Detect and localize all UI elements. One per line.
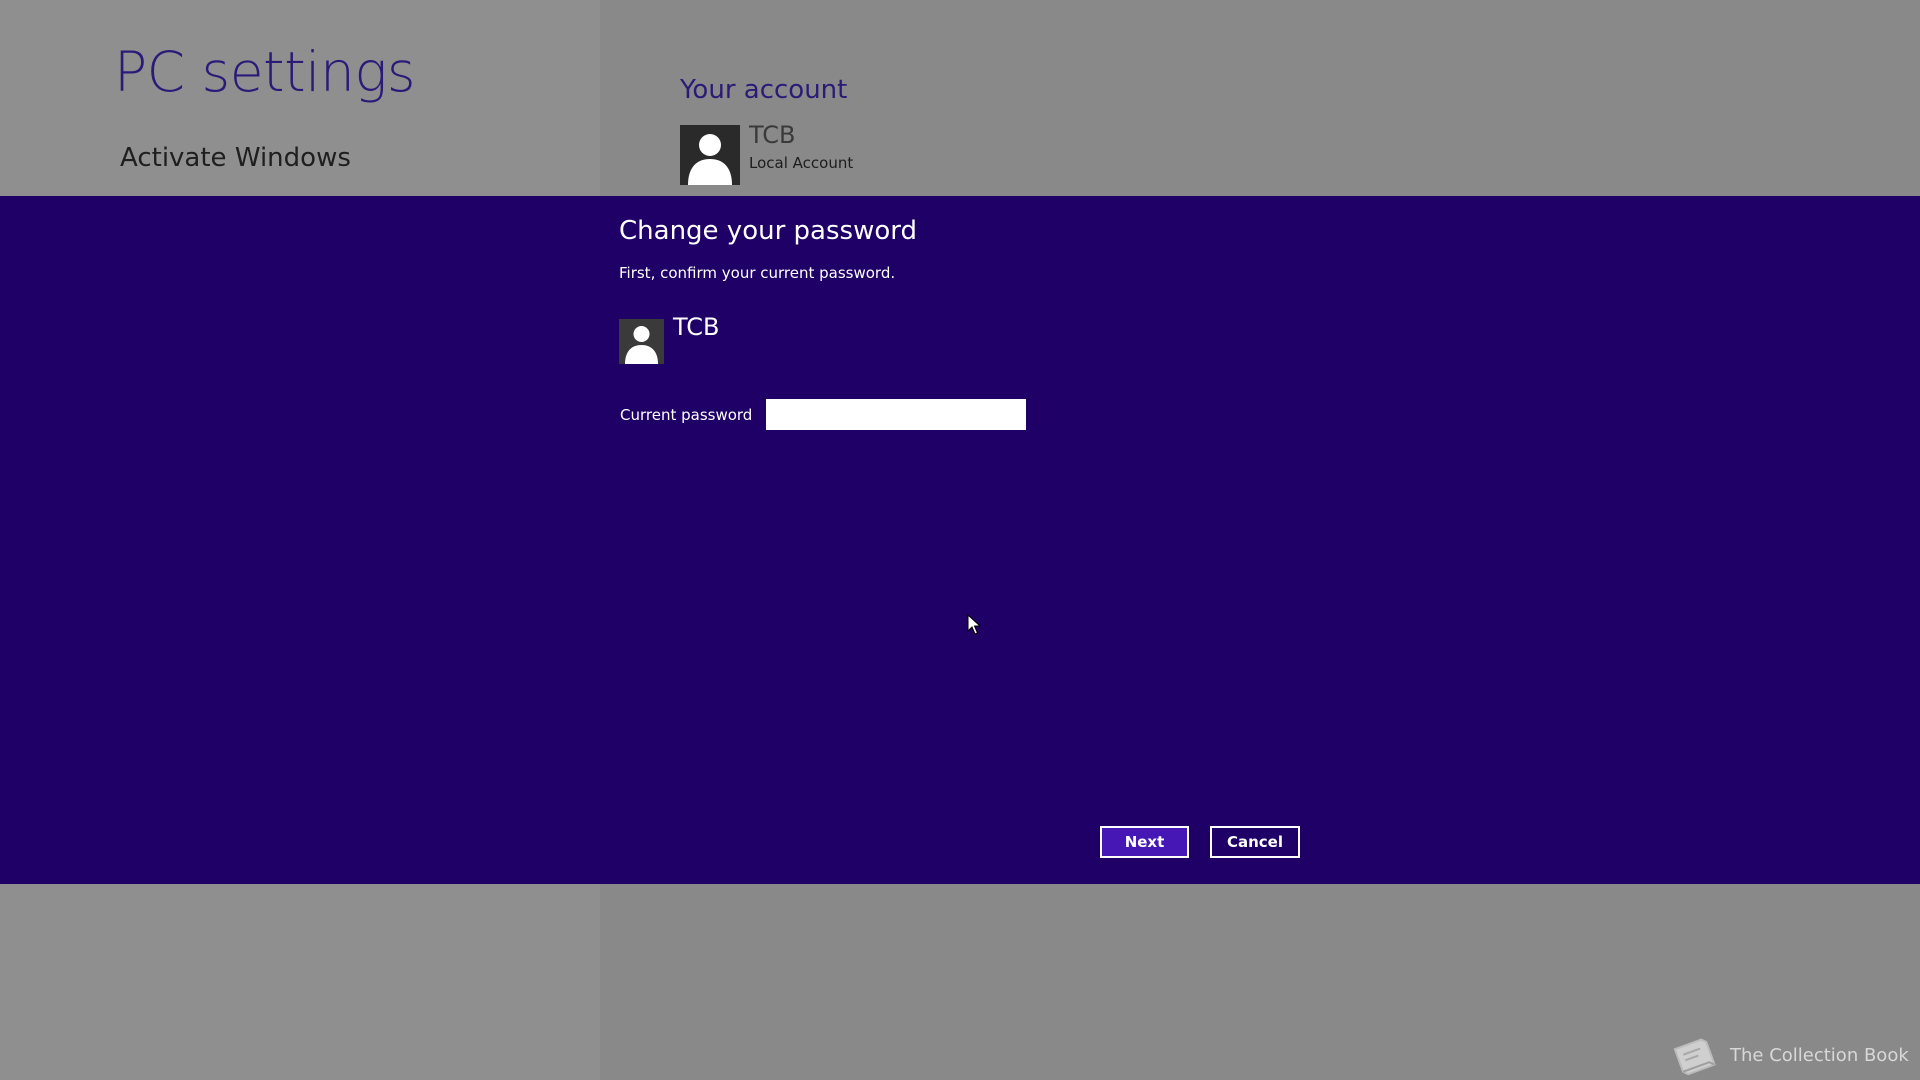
- dialog-user-name: TCB: [673, 313, 720, 341]
- dialog-avatar: [619, 319, 664, 364]
- cancel-button[interactable]: Cancel: [1210, 826, 1300, 858]
- dialog-title: Change your password: [619, 216, 917, 246]
- change-password-dialog: Change your password First, confirm your…: [0, 196, 1920, 884]
- dialog-subtitle: First, confirm your current password.: [619, 264, 896, 282]
- section-heading-your-account: Your account: [680, 75, 848, 105]
- current-password-label: Current password: [620, 406, 753, 424]
- screen: PC settings Activate Windows Your accoun…: [0, 0, 1920, 1080]
- nav-item-activate-windows[interactable]: Activate Windows: [120, 143, 351, 173]
- watermark-text: The Collection Book: [1730, 1044, 1909, 1066]
- book-icon: [1673, 1038, 1716, 1076]
- user-silhouette-icon: [688, 134, 732, 185]
- account-user-name: TCB: [749, 121, 796, 149]
- account-type: Local Account: [749, 154, 854, 172]
- mouse-pointer-icon: [967, 614, 981, 635]
- current-password-input[interactable]: [766, 399, 1026, 430]
- page-title: PC settings: [114, 40, 415, 104]
- user-silhouette-icon: [625, 326, 658, 364]
- next-button[interactable]: Next: [1100, 826, 1189, 858]
- watermark: The Collection Book: [1668, 1030, 1909, 1080]
- account-avatar: [680, 125, 740, 185]
